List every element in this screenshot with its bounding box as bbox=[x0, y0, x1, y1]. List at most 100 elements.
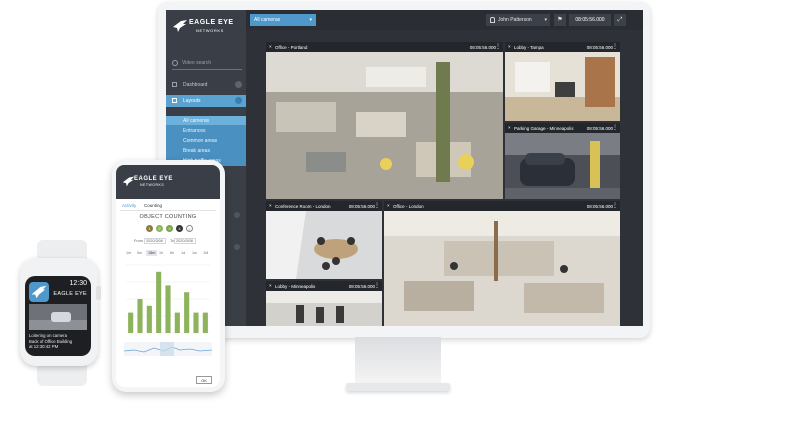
period-option[interactable]: 1d bbox=[179, 250, 187, 256]
camera-tile-header: × Conference Room - London 08:05:56.000 … bbox=[266, 201, 382, 211]
chart-bar[interactable] bbox=[193, 312, 199, 333]
layout-item[interactable]: Break areas bbox=[183, 148, 210, 154]
camera-tile[interactable]: × Lobby - Tampa 08:05:56.000 ⋮ bbox=[505, 42, 620, 121]
tab-divider bbox=[120, 210, 216, 211]
watch-notification[interactable]: 12:30 EAGLE EYE Loitering on camera Back… bbox=[25, 276, 91, 356]
dashboard-icon bbox=[172, 82, 177, 87]
camera-feed-image bbox=[266, 52, 503, 199]
camera-tile-header: × Parking Garage - Minneapolis 08:05:56.… bbox=[505, 123, 620, 133]
more-options-icon[interactable]: ⋮ bbox=[374, 202, 380, 209]
fullscreen-icon[interactable]: ⤢ bbox=[614, 14, 626, 26]
tab-activity[interactable]: Activity bbox=[122, 203, 136, 208]
more-options-icon[interactable]: ⋮ bbox=[495, 43, 501, 50]
layout-item[interactable]: All cameras bbox=[183, 118, 209, 124]
close-icon[interactable]: × bbox=[387, 203, 390, 208]
time-overview-scrubber[interactable] bbox=[124, 342, 212, 356]
watch-band bbox=[37, 240, 87, 260]
camera-tile[interactable]: × Conference Room - London 08:05:56.000 … bbox=[266, 201, 382, 279]
camera-tile[interactable]: × Parking Garage - Minneapolis 08:05:56.… bbox=[505, 123, 620, 199]
close-icon[interactable]: × bbox=[269, 283, 272, 288]
app-icon bbox=[29, 282, 49, 302]
camera-layout-select[interactable]: All cameras ▾ bbox=[250, 14, 316, 26]
brand-subtitle: NETWORKS bbox=[196, 28, 224, 33]
more-options-icon[interactable]: ⋮ bbox=[374, 282, 380, 289]
camera-feed-image bbox=[266, 291, 382, 326]
camera-feed-image bbox=[384, 211, 620, 326]
period-option[interactable]: 1M bbox=[201, 250, 210, 256]
user-menu[interactable]: John Patterson ▾ bbox=[486, 14, 550, 26]
clock-display: 08:05:56.000 bbox=[569, 14, 611, 26]
camera-tile[interactable]: × Lobby - Minneapolis 08:05:56.000 ⋮ bbox=[266, 281, 382, 326]
flag-icon[interactable]: ⚑ bbox=[554, 14, 566, 26]
more-options-icon[interactable]: ⋮ bbox=[612, 124, 618, 131]
expand-icon[interactable] bbox=[235, 81, 242, 88]
search-icon bbox=[172, 60, 178, 66]
chart-bar[interactable] bbox=[146, 305, 152, 333]
watch-time: 12:30 bbox=[69, 280, 87, 287]
period-option[interactable]: 5m bbox=[135, 250, 144, 256]
chart-bar[interactable] bbox=[184, 292, 190, 333]
camera-feed-image bbox=[505, 133, 620, 199]
brand-subtitle: NETWORKS bbox=[140, 183, 165, 187]
chart-bar[interactable] bbox=[174, 312, 180, 333]
chart-bar[interactable] bbox=[128, 312, 134, 333]
monitor-stand bbox=[355, 337, 441, 385]
layout-item[interactable]: Entrances bbox=[183, 128, 206, 134]
camera-feed-image bbox=[505, 52, 620, 121]
chart-bar[interactable] bbox=[202, 312, 208, 333]
expand-icon[interactable] bbox=[234, 212, 240, 218]
collapse-icon[interactable] bbox=[235, 97, 242, 104]
app-topbar: All cameras ▾ John Patterson ▾ ⚑ 08:05:5… bbox=[246, 10, 643, 30]
close-icon[interactable]: × bbox=[269, 203, 272, 208]
chart-bar[interactable] bbox=[156, 271, 162, 333]
notification-snapshot bbox=[29, 304, 87, 330]
expand-icon[interactable] bbox=[234, 244, 240, 250]
ok-button[interactable]: OK bbox=[196, 376, 212, 384]
camera-tile-header: × Lobby - Tampa 08:05:56.000 ⋮ bbox=[505, 42, 620, 52]
period-option[interactable]: 15m bbox=[146, 250, 158, 256]
period-option[interactable]: 1w bbox=[190, 250, 199, 256]
sidebar-item-dashboard[interactable]: Dashboard bbox=[166, 79, 246, 91]
list-icon[interactable]: ≡ bbox=[186, 225, 193, 232]
video-search-input[interactable]: Video search bbox=[172, 60, 242, 70]
notification-app-name: EAGLE EYE bbox=[53, 291, 87, 297]
camera-tile-header: × Office - Portland 08:05:56.000 ⋮ bbox=[266, 42, 503, 52]
watch-band bbox=[37, 364, 87, 386]
camera-tile[interactable]: × Office - Portland 08:05:56.000 ⋮ bbox=[266, 42, 503, 199]
period-option[interactable]: 1m bbox=[124, 250, 133, 256]
brand-name: EAGLE EYE bbox=[134, 176, 173, 182]
layout-item[interactable]: Common areas bbox=[183, 138, 217, 144]
user-icon bbox=[490, 17, 495, 23]
chart-bar[interactable] bbox=[137, 299, 143, 333]
period-option[interactable]: 6h bbox=[168, 250, 176, 256]
close-icon[interactable]: × bbox=[508, 44, 511, 49]
camera-tile-header: × Office - London 08:05:56.000 ⋮ bbox=[384, 201, 620, 211]
from-label: From bbox=[134, 239, 143, 243]
from-date-value: 2020/3/06 bbox=[146, 239, 163, 243]
eagle-icon bbox=[31, 285, 47, 299]
period-option[interactable]: 1h bbox=[157, 250, 165, 256]
close-icon[interactable]: × bbox=[269, 44, 272, 49]
close-icon[interactable]: × bbox=[508, 125, 511, 130]
product-showcase: EAGLE EYE NETWORKS Video search Dashboar… bbox=[0, 0, 800, 423]
chart-bar[interactable] bbox=[165, 285, 171, 333]
eagle-icon bbox=[173, 20, 187, 32]
brand-logo[interactable]: EAGLE EYE NETWORKS bbox=[172, 16, 236, 40]
filter-chip[interactable]: 4 bbox=[176, 225, 183, 232]
filter-chip[interactable]: 2 bbox=[156, 225, 163, 232]
camera-tile[interactable]: × Office - London 08:05:56.000 ⋮ bbox=[384, 201, 620, 326]
monitor-base bbox=[346, 383, 450, 391]
camera-feed-image bbox=[266, 211, 382, 279]
sidebar-item-layouts[interactable]: Layouts bbox=[166, 95, 246, 107]
filter-chip[interactable]: 1 bbox=[146, 225, 153, 232]
watch-crown[interactable] bbox=[96, 286, 101, 300]
chevron-down-icon: ▾ bbox=[544, 17, 547, 23]
filter-chip[interactable]: 3 bbox=[166, 225, 173, 232]
more-options-icon[interactable]: ⋮ bbox=[612, 43, 618, 50]
chart-title: OBJECT COUNTING bbox=[139, 214, 197, 220]
mobile-header: EAGLE EYE NETWORKS bbox=[116, 165, 220, 199]
mobile-app: EAGLE EYE NETWORKS Activity Counting OBJ… bbox=[116, 165, 220, 387]
tab-counting[interactable]: Counting bbox=[144, 203, 162, 208]
period-selector: 1m 5m 15m 1h 6h 1d 1w 1M bbox=[124, 250, 214, 258]
more-options-icon[interactable]: ⋮ bbox=[612, 202, 618, 209]
